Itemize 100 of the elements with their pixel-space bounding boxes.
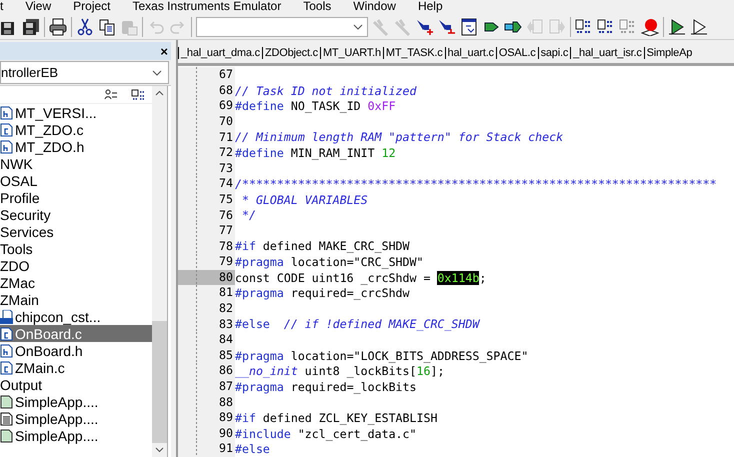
code-line: #pragma required=_crcShdw (235, 285, 410, 302)
line-number: 76 (178, 208, 235, 224)
code-line: /******************************************************************** (235, 176, 717, 192)
file-tab[interactable]: hal_uart.c (444, 47, 496, 60)
code-line: #else // if !defined MAKE_CRC_SHDW (235, 316, 480, 332)
tree-item[interactable]: ZDO (0, 257, 152, 274)
tree-item[interactable]: MT_ZDO.c (0, 121, 152, 138)
pin-remove-icon[interactable] (438, 18, 456, 36)
output-file-icon (0, 428, 13, 442)
code-line: #define MIN_RAM_INIT 12 (235, 144, 396, 161)
tree-item[interactable]: Tools (0, 240, 152, 257)
print-icon[interactable] (49, 18, 67, 36)
tree-item[interactable]: Output (0, 376, 152, 393)
binary-icon[interactable] (575, 18, 593, 36)
code-line: #else (235, 441, 270, 457)
menu-item[interactable]: Tools (303, 0, 332, 13)
line-number: 81 (178, 285, 235, 302)
line-number: 91 (178, 441, 235, 457)
code-line: #pragma location="LOCK_BITS_ADDRESS_SPACE" (235, 348, 528, 364)
file-tab[interactable]: _hal_uart_dma.c (178, 47, 262, 60)
code-line: #if defined MAKE_CRC_SHDW (235, 238, 410, 254)
line-number: 89 (178, 410, 235, 426)
copy-icon[interactable] (98, 18, 116, 36)
tree-item[interactable]: OnBoard.c (0, 325, 152, 342)
caret-icon (353, 24, 363, 30)
tree-item[interactable]: SimpleApp.... (0, 410, 152, 427)
file-tab[interactable]: MT_UART.h (320, 47, 383, 60)
tree-item[interactable]: Services (0, 223, 152, 240)
line-number: 82 (178, 301, 235, 317)
binary-column-icon[interactable] (130, 88, 144, 100)
line-number: 71 (178, 130, 235, 146)
code-line: #if defined ZCL_KEY_ESTABLISH (235, 410, 438, 426)
file-tab[interactable]: MT_TASK.c (382, 47, 445, 60)
line-number: 88 (178, 394, 235, 410)
binary-icon[interactable] (597, 18, 615, 36)
play-icon[interactable] (690, 18, 708, 36)
line-number: 90 (178, 426, 235, 442)
scrollbar[interactable] (152, 86, 168, 457)
tree-item[interactable]: Profile (0, 189, 152, 206)
line-number: 72 (178, 145, 235, 161)
play-icon[interactable] (668, 18, 686, 36)
breakpoint-icon[interactable] (641, 18, 659, 36)
tree-item[interactable]: MT_VERSI... (0, 104, 152, 121)
code-line: * GLOBAL VARIABLES (240, 192, 368, 208)
close-button[interactable]: × (160, 44, 168, 58)
menu-item[interactable]: Window (353, 0, 396, 13)
line-number: 67 (178, 67, 235, 83)
line-number: 84 (178, 332, 235, 348)
tree-item[interactable]: OnBoard.h (0, 342, 152, 359)
tree-item[interactable]: SimpleApp.... (0, 427, 152, 444)
menu-item[interactable]: Texas Instruments Emulator (132, 0, 282, 13)
line-number: 78 (178, 238, 235, 254)
menu-item[interactable]: t (0, 0, 4, 13)
file-tab[interactable]: OSAL.c (496, 47, 538, 60)
code-line: #pragma required=_lockBits (235, 378, 416, 395)
code-line: // Minimum length RAM "pattern" for Stack check (235, 129, 564, 146)
line-number: 80 (178, 270, 235, 286)
menu-item[interactable]: View (25, 0, 52, 13)
tree-item[interactable]: SimpleApp.... (0, 393, 152, 410)
menu-item[interactable]: Help (418, 0, 443, 13)
line-number: 75 (178, 192, 235, 208)
code-line: #pragma location="CRC_SHDW" (235, 254, 424, 270)
pin-add-icon[interactable] (416, 18, 434, 36)
scroll-down-icon[interactable] (155, 447, 164, 453)
code-line: // Task ID not initialized (235, 82, 416, 99)
line-number: 87 (178, 379, 235, 395)
code-line: */ (240, 207, 256, 224)
save-all-icon[interactable] (22, 18, 40, 36)
scroll-up-icon[interactable] (155, 90, 164, 96)
options-column-icon[interactable] (104, 88, 118, 100)
configuration-dropdown[interactable]: ntrollerEB (0, 61, 169, 84)
line-number: 73 (178, 160, 235, 176)
code-line: __no_init uint8 _lockBits[16]; (235, 363, 444, 380)
file-tab[interactable]: SimpleAp (644, 47, 694, 60)
line-number: 79 (178, 254, 235, 270)
caret-icon (152, 70, 162, 76)
line-number: 70 (178, 114, 235, 130)
line-number: 69 (178, 98, 235, 114)
file-tab[interactable]: sapi.c (538, 47, 570, 60)
file-tab[interactable]: _hal_uart_isr.c (570, 47, 644, 60)
tree-item[interactable]: NWK (0, 155, 152, 172)
line-number: 83 (178, 316, 235, 332)
line-number: 74 (178, 176, 235, 192)
file-tab[interactable]: ZDObject.c (262, 47, 320, 60)
code-line: #include "zcl_cert_data.c" (235, 426, 416, 442)
tree-item[interactable]: ZMain (0, 291, 152, 308)
output-file-icon (0, 394, 13, 408)
window-icon[interactable] (460, 18, 478, 36)
combo-field[interactable] (196, 17, 368, 37)
tree-item[interactable]: OSAL (0, 172, 152, 189)
tree-item[interactable]: MT_ZDO.h (0, 138, 152, 155)
tree-item[interactable]: ZMac (0, 274, 152, 291)
line-number: 77 (178, 223, 235, 239)
tree-item[interactable]: ZMain.c (0, 359, 152, 376)
cut-icon[interactable] (76, 18, 94, 36)
menu-item[interactable]: Project (73, 0, 110, 13)
line-number: 85 (178, 348, 235, 364)
tree-item[interactable]: Security (0, 206, 152, 223)
tree-item[interactable]: chipcon_cst... (0, 308, 152, 325)
code-line: #define NO_TASK_ID 0xFF (235, 98, 396, 114)
